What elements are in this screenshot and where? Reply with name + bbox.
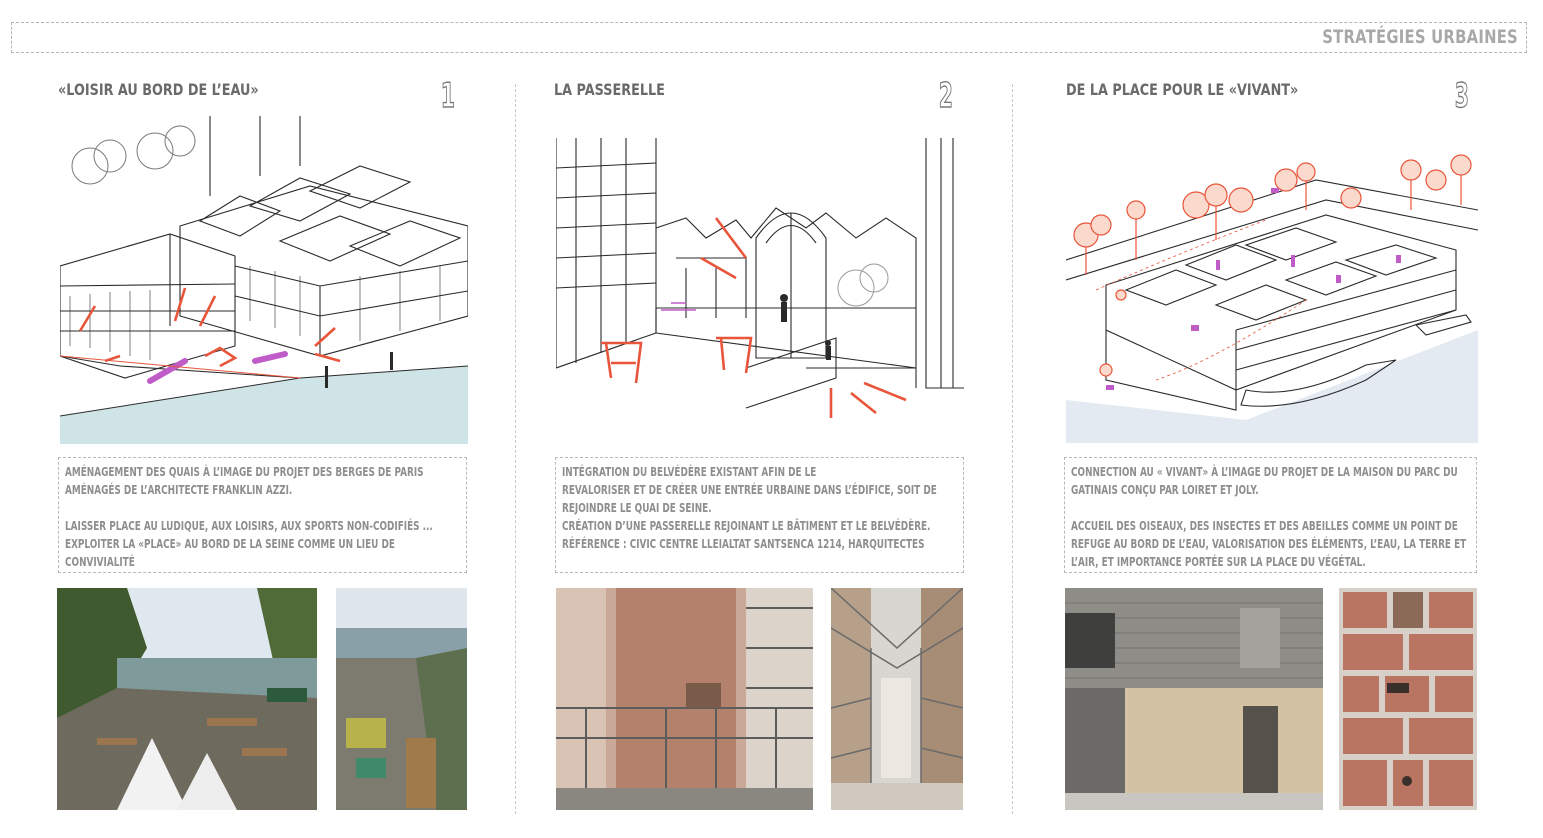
section-2-title: LA PASSERELLE xyxy=(554,80,665,99)
section-1-number: 1 xyxy=(440,75,455,116)
section-2-description: INTÉGRATION DU BELVÉDÈRE EXISTANT AFIN D… xyxy=(562,465,937,551)
section-1-description-box: AMÉNAGEMENT DES QUAIS À L’IMAGE DU PROJE… xyxy=(58,457,467,573)
section-1-photo-quays xyxy=(57,588,317,810)
section-2-photo-gallery xyxy=(831,588,963,810)
section-3-number: 3 xyxy=(1454,75,1469,116)
section-1-axonometric-drawing xyxy=(60,116,468,444)
section-3-description: CONNECTION AU « VIVANT» À L’IMAGE DU PRO… xyxy=(1071,465,1467,569)
section-3-axonometric-drawing xyxy=(1066,150,1478,443)
section-3-photo-brick-wall xyxy=(1339,588,1477,810)
column-divider xyxy=(515,84,516,814)
section-2-number: 2 xyxy=(938,75,953,116)
section-2-photo-courtyard xyxy=(556,588,813,810)
section-1-title: «LOISIR AU BORD DE L’EAU» xyxy=(58,80,259,99)
section-2-perspective-drawing xyxy=(556,138,964,423)
header-bar: STRATÉGIES URBAINES xyxy=(11,22,1527,53)
section-2-description-box: INTÉGRATION DU BELVÉDÈRE EXISTANT AFIN D… xyxy=(555,457,964,573)
section-3-description-box: CONNECTION AU « VIVANT» À L’IMAGE DU PRO… xyxy=(1064,457,1477,573)
section-3-title: DE LA PLACE POUR LE «VIVANT» xyxy=(1066,80,1299,99)
section-1-description: AMÉNAGEMENT DES QUAIS À L’IMAGE DU PROJE… xyxy=(65,465,433,569)
column-divider xyxy=(1012,84,1013,814)
page-title: STRATÉGIES URBAINES xyxy=(1322,26,1518,48)
section-1-photo-promenade xyxy=(336,588,467,810)
section-3-photo-facade xyxy=(1065,588,1323,810)
